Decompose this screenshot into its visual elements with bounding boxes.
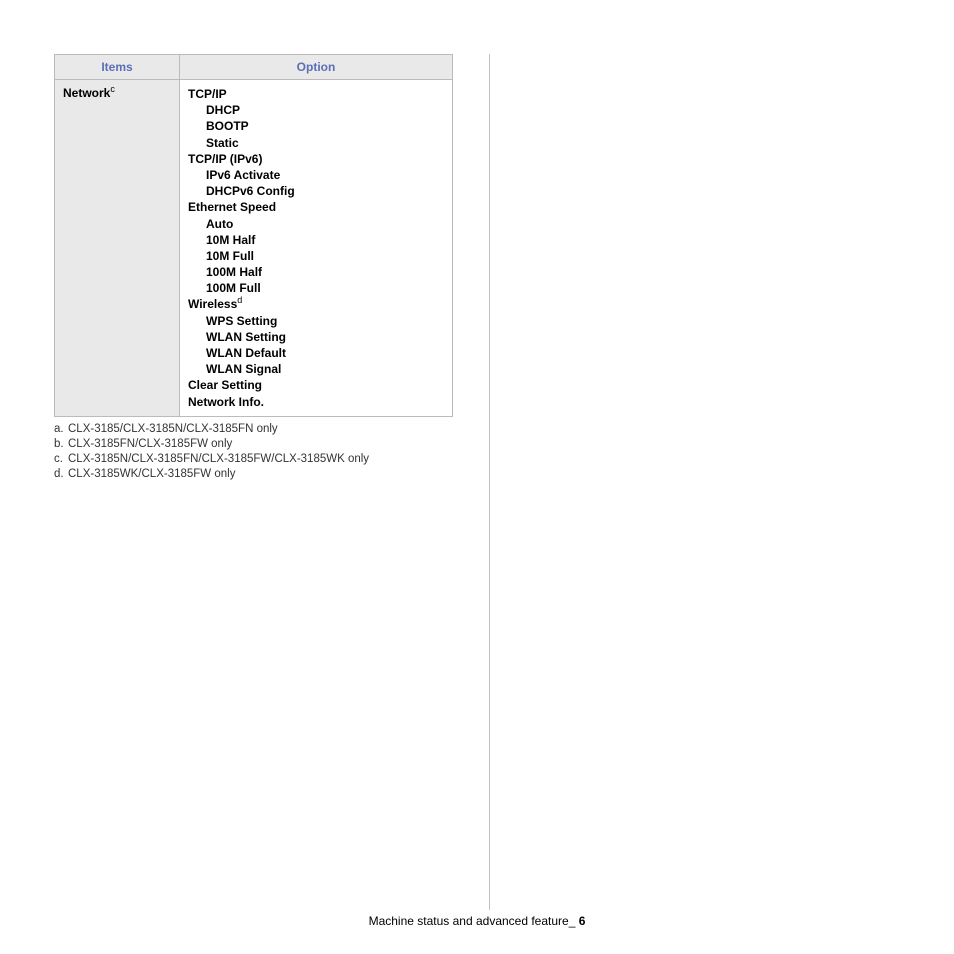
option-item: IPv6 Activate [206, 167, 446, 183]
option-item: BOOTP [206, 118, 446, 134]
footnote-a: a.CLX-3185/CLX-3185N/CLX-3185FN only [54, 423, 479, 435]
header-items: Items [55, 55, 180, 80]
option-item: WLAN Default [206, 345, 446, 361]
option-item: Clear Setting [188, 377, 446, 393]
table-row: Networkc TCP/IPDHCPBOOTPStaticTCP/IP (IP… [55, 80, 453, 417]
option-item: WPS Setting [206, 313, 446, 329]
option-item: DHCPv6 Config [206, 183, 446, 199]
item-sup: c [110, 84, 115, 94]
option-item: TCP/IP [188, 86, 446, 102]
column-divider [489, 54, 490, 910]
option-item: WLAN Setting [206, 329, 446, 345]
header-option: Option [180, 55, 453, 80]
options-table: Items Option Networkc TCP/IPDHCPBOOTPSta… [54, 54, 453, 417]
footnote-c: c.CLX-3185N/CLX-3185FN/CLX-3185FW/CLX-31… [54, 453, 479, 465]
option-item: Wirelessd [188, 296, 446, 312]
page-footer: Machine status and advanced feature_ 6 [0, 914, 954, 928]
footer-text: Machine status and advanced feature [369, 914, 569, 928]
option-item: Static [206, 135, 446, 151]
footnotes: a.CLX-3185/CLX-3185N/CLX-3185FN only b.C… [54, 423, 479, 480]
option-cell: TCP/IPDHCPBOOTPStaticTCP/IP (IPv6)IPv6 A… [180, 80, 453, 417]
footnote-b: b.CLX-3185FN/CLX-3185FW only [54, 438, 479, 450]
items-cell: Networkc [55, 80, 180, 417]
option-item: TCP/IP (IPv6) [188, 151, 446, 167]
option-item: 10M Half [206, 232, 446, 248]
option-item: WLAN Signal [206, 361, 446, 377]
option-item: DHCP [206, 102, 446, 118]
option-item: 100M Full [206, 280, 446, 296]
footnote-d: d.CLX-3185WK/CLX-3185FW only [54, 468, 479, 480]
option-item: Auto [206, 216, 446, 232]
footer-sep: _ [569, 914, 579, 928]
item-label: Network [63, 86, 110, 100]
option-item: Ethernet Speed [188, 199, 446, 215]
option-item: Network Info. [188, 394, 446, 410]
footer-page-number: 6 [579, 914, 586, 928]
option-item: 10M Full [206, 248, 446, 264]
option-item: 100M Half [206, 264, 446, 280]
